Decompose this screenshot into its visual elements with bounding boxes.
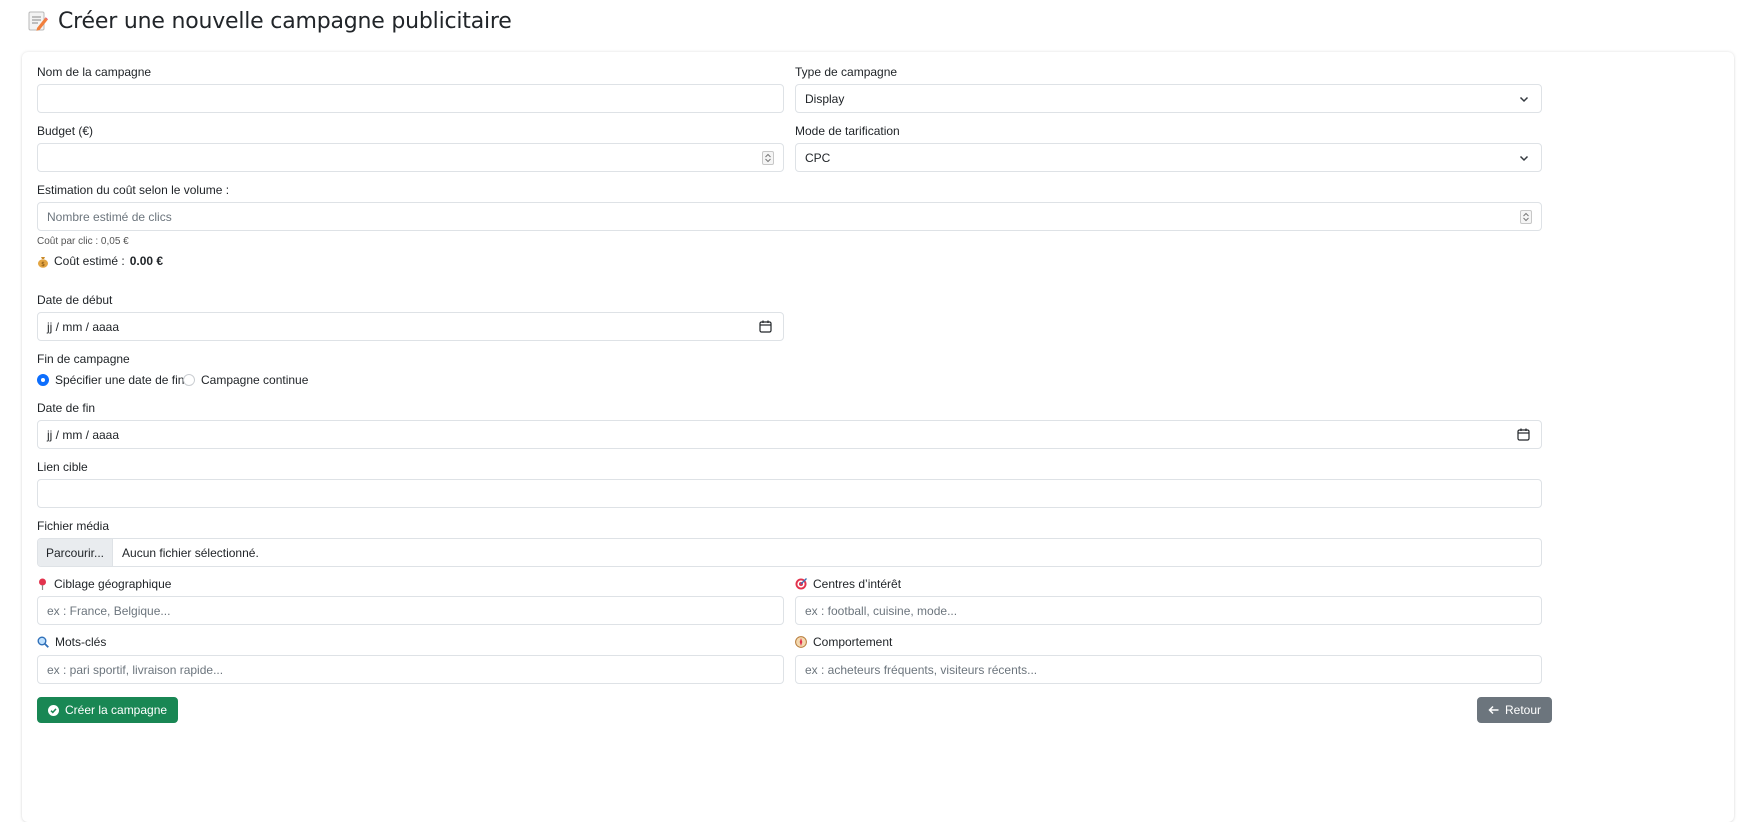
radio-specify-end-date[interactable]	[37, 374, 49, 386]
estimated-cost: $ Coût estimé : 0.00 €	[37, 254, 163, 268]
geo-targeting-text: Ciblage géographique	[54, 577, 172, 591]
chevron-down-icon	[1519, 155, 1529, 162]
cost-per-click-hint: Coût par clic : 0,05 €	[37, 236, 129, 247]
estimated-clicks-input[interactable]: Nombre estimé de clics	[37, 202, 1542, 231]
behavior-input[interactable]	[795, 655, 1542, 684]
behavior-label: Comportement	[795, 635, 892, 649]
arrow-left-icon	[1488, 705, 1499, 715]
calendar-icon[interactable]	[759, 320, 772, 333]
compass-icon	[795, 636, 807, 648]
estimated-cost-label: Coût estimé :	[54, 254, 125, 268]
end-option-specify[interactable]: Spécifier une date de fin	[37, 373, 184, 387]
svg-text:$: $	[41, 261, 45, 268]
target-icon	[795, 578, 807, 590]
estimated-cost-value: 0.00 €	[129, 254, 164, 268]
page-title: Créer une nouvelle campagne publicitaire	[58, 8, 512, 34]
back-button[interactable]: Retour	[1477, 697, 1553, 723]
keywords-label: Mots-clés	[37, 635, 106, 649]
keywords-text: Mots-clés	[55, 635, 107, 649]
pricing-value: CPC	[805, 150, 831, 165]
memo-icon	[28, 10, 48, 32]
start-date-label: Date de début	[37, 293, 113, 307]
end-option-continuous[interactable]: Campagne continue	[183, 373, 308, 387]
check-circle-icon	[48, 704, 59, 716]
geo-targeting-input[interactable]	[37, 596, 784, 625]
create-campaign-button[interactable]: Créer la campagne	[37, 697, 179, 723]
estimated-clicks-placeholder: Nombre estimé de clics	[47, 209, 172, 224]
back-label: Retour	[1505, 703, 1542, 717]
end-date-label: Date de fin	[37, 401, 96, 415]
number-spinner-icon[interactable]	[762, 151, 774, 165]
end-date-value: jj / mm / aaaa	[47, 427, 120, 442]
media-file-input[interactable]: Parcourir... Aucun fichier sélectionné.	[37, 538, 1542, 567]
magnifier-icon	[37, 636, 49, 648]
behavior-text: Comportement	[813, 635, 893, 649]
media-file-label: Fichier média	[37, 519, 110, 533]
pin-icon	[39, 578, 46, 590]
start-date-value: jj / mm / aaaa	[47, 319, 120, 334]
file-status: Aucun fichier sélectionné.	[122, 545, 259, 560]
budget-label: Budget (€)	[37, 124, 94, 138]
campaign-type-select[interactable]: Display	[795, 84, 1542, 113]
start-date-input[interactable]: jj / mm / aaaa	[37, 312, 784, 341]
radio-continuous-label: Campagne continue	[201, 373, 309, 387]
keywords-input[interactable]	[37, 655, 784, 684]
estimation-label: Estimation du coût selon le volume :	[37, 183, 230, 197]
campaign-name-input[interactable]	[37, 84, 784, 113]
radio-specify-label: Spécifier une date de fin	[55, 373, 185, 387]
radio-continuous[interactable]	[183, 374, 195, 386]
campaign-type-label: Type de campagne	[795, 65, 898, 79]
end-date-input[interactable]: jj / mm / aaaa	[37, 420, 1542, 449]
number-spinner-icon[interactable]	[1520, 210, 1532, 224]
pricing-label: Mode de tarification	[795, 124, 900, 138]
interests-text: Centres d’intérêt	[813, 577, 902, 591]
chevron-down-icon	[1519, 96, 1529, 103]
target-link-input[interactable]	[37, 479, 1542, 508]
money-bag-icon: $	[38, 256, 48, 268]
pricing-select[interactable]: CPC	[795, 143, 1542, 172]
target-link-label: Lien cible	[37, 460, 88, 474]
geo-targeting-label: Ciblage géographique	[37, 577, 171, 591]
interests-input[interactable]	[795, 596, 1542, 625]
calendar-icon[interactable]	[1517, 428, 1530, 441]
campaign-type-value: Display	[805, 91, 845, 106]
campaign-name-label: Nom de la campagne	[37, 65, 152, 79]
end-campaign-label: Fin de campagne	[37, 352, 130, 366]
page-header: Créer une nouvelle campagne publicitaire	[28, 6, 512, 36]
interests-label: Centres d’intérêt	[795, 577, 901, 591]
budget-input[interactable]	[37, 143, 784, 172]
create-campaign-label: Créer la campagne	[65, 703, 168, 717]
browse-button[interactable]: Parcourir...	[38, 539, 114, 566]
